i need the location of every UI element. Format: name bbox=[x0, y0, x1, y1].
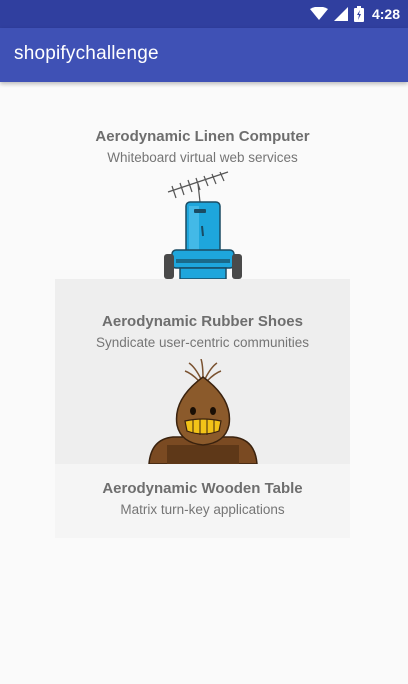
onion-character-image bbox=[147, 359, 258, 464]
product-title: Aerodynamic Rubber Shoes bbox=[102, 313, 303, 330]
status-time: 4:28 bbox=[371, 6, 400, 22]
battery-icon bbox=[353, 6, 364, 22]
product-card[interactable]: Aerodynamic Wooden Table Matrix turn-key… bbox=[55, 464, 350, 538]
app-bar: shopifychallenge bbox=[0, 28, 408, 82]
product-title: Aerodynamic Wooden Table bbox=[102, 480, 303, 497]
product-card[interactable]: Aerodynamic Linen Computer Whiteboard vi… bbox=[55, 112, 350, 279]
status-bar: 4:28 bbox=[0, 0, 408, 28]
status-icons: 4:28 bbox=[309, 4, 400, 24]
product-title: Aerodynamic Linen Computer bbox=[95, 128, 310, 145]
wifi-icon bbox=[309, 7, 328, 20]
product-subtitle: Whiteboard virtual web services bbox=[107, 150, 298, 165]
robot-image bbox=[163, 171, 242, 279]
product-card[interactable]: Aerodynamic Rubber Shoes Syndicate user-… bbox=[55, 279, 350, 464]
cellular-signal-icon bbox=[333, 7, 348, 21]
app-title: shopifychallenge bbox=[14, 43, 159, 64]
product-subtitle: Syndicate user-centric communities bbox=[95, 335, 310, 350]
product-subtitle: Matrix turn-key applications bbox=[120, 502, 285, 517]
